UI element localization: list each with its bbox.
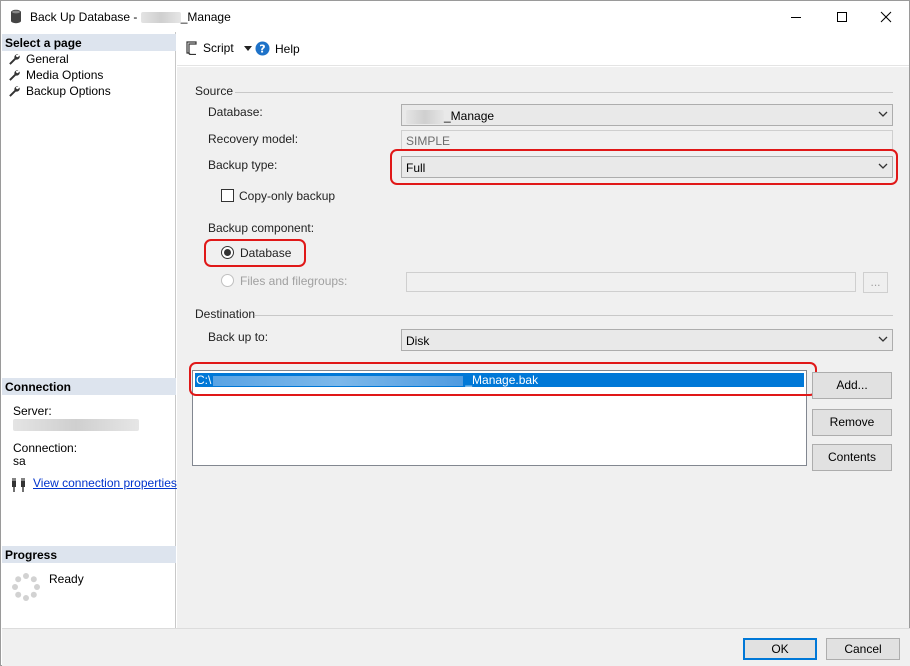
redacted-server-name xyxy=(13,419,139,431)
window-title-prefix: Back Up Database - xyxy=(30,10,141,24)
svg-text:?: ? xyxy=(259,43,265,56)
dialog-footer: OK Cancel xyxy=(2,628,910,666)
component-database-highlight xyxy=(204,239,306,267)
maximize-button[interactable] xyxy=(819,1,865,32)
copy-only-checkbox[interactable] xyxy=(221,189,234,202)
page-backup-options-label: Backup Options xyxy=(26,84,111,98)
back-up-to-combo[interactable]: Disk xyxy=(401,329,893,351)
general-page-panel: Source Database: _Manage Recovery model:… xyxy=(177,67,909,628)
connection-header: Connection xyxy=(2,378,176,395)
page-media-options[interactable]: Media Options xyxy=(8,67,103,83)
database-icon xyxy=(11,9,21,24)
source-group-label: Source xyxy=(195,84,234,98)
minimize-button[interactable] xyxy=(773,1,819,32)
page-backup-options[interactable]: Backup Options xyxy=(8,83,111,99)
recovery-model-field: SIMPLE xyxy=(401,130,893,150)
destination-divider xyxy=(255,315,893,316)
database-label: Database: xyxy=(208,105,263,119)
wrench-icon xyxy=(9,70,20,81)
chevron-down-icon xyxy=(878,111,888,117)
files-filegroups-field xyxy=(406,272,856,292)
destination-path-highlight xyxy=(189,362,817,396)
progress-status: Ready xyxy=(49,572,84,586)
add-destination-button[interactable]: Add... xyxy=(812,372,892,399)
toolbar: Script ? Help xyxy=(177,32,909,66)
close-icon xyxy=(880,11,892,23)
source-divider xyxy=(235,92,893,93)
redacted-database-name xyxy=(406,109,444,124)
script-button[interactable]: Script xyxy=(184,41,257,55)
minimize-icon xyxy=(791,17,801,18)
connection-label: Connection: xyxy=(13,441,78,455)
component-files-label: Files and filegroups: xyxy=(240,274,348,288)
maximize-icon xyxy=(837,12,847,22)
contents-button[interactable]: Contents xyxy=(812,444,892,471)
redacted-database-name xyxy=(140,12,181,24)
server-label: Server: xyxy=(13,404,52,418)
script-label: Script xyxy=(203,41,234,55)
left-pane: Select a page General Media Options Back… xyxy=(2,32,177,628)
script-icon xyxy=(186,41,197,55)
page-general[interactable]: General xyxy=(8,51,69,67)
connection-properties-icon xyxy=(12,478,25,492)
close-button[interactable] xyxy=(863,1,909,32)
ok-button[interactable]: OK xyxy=(743,638,817,660)
help-label: Help xyxy=(275,41,300,56)
back-up-to-label: Back up to: xyxy=(208,330,269,344)
select-page-header: Select a page xyxy=(2,34,176,51)
destination-group-label: Destination xyxy=(195,307,256,321)
window-title-suffix: _Manage xyxy=(180,10,231,24)
chevron-down-icon xyxy=(243,45,252,51)
chevron-down-icon xyxy=(878,336,888,342)
view-connection-properties-link[interactable]: View connection properties xyxy=(33,476,177,490)
database-value: _Manage xyxy=(444,109,495,123)
help-icon: ? xyxy=(255,41,270,56)
page-media-options-label: Media Options xyxy=(26,68,104,82)
back-up-to-value: Disk xyxy=(406,334,430,348)
title-bar: Back Up Database - _Manage xyxy=(1,1,909,32)
backup-database-dialog: Back Up Database - _Manage Select a page… xyxy=(0,0,910,666)
wrench-icon xyxy=(9,86,20,97)
copy-only-label: Copy-only backup xyxy=(239,189,336,203)
backup-type-highlight xyxy=(390,149,898,185)
help-button[interactable]: ? Help xyxy=(255,41,300,56)
backup-type-label: Backup type: xyxy=(208,158,278,172)
recovery-model-label: Recovery model: xyxy=(208,132,299,146)
component-files-radio[interactable] xyxy=(221,274,234,287)
page-general-label: General xyxy=(26,52,69,66)
progress-header: Progress xyxy=(2,546,176,563)
backup-component-label: Backup component: xyxy=(208,221,315,235)
files-browse-button[interactable]: ... xyxy=(863,272,888,293)
connection-value: sa xyxy=(13,454,26,468)
remove-destination-button[interactable]: Remove xyxy=(812,409,892,436)
cancel-button[interactable]: Cancel xyxy=(826,638,900,660)
wrench-icon xyxy=(9,54,20,65)
progress-spinner-icon xyxy=(12,573,40,601)
window-title: Back Up Database - _Manage xyxy=(30,10,231,24)
database-combo[interactable]: _Manage xyxy=(401,104,893,126)
